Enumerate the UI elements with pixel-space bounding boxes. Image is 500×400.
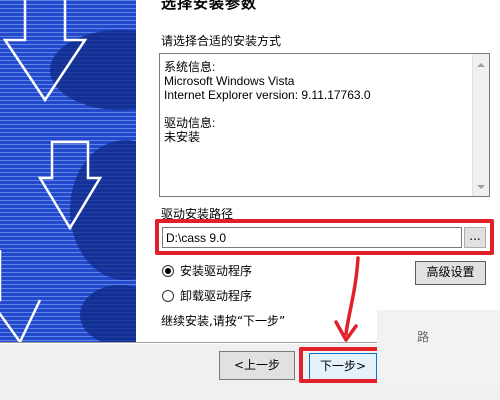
path-highlight-box [155, 219, 494, 255]
option-label: 安装驱动程序 [180, 264, 253, 278]
option-install-driver[interactable]: 安装驱动程序 [162, 262, 252, 279]
install-method-prompt: 请选择合适的安装方式 [161, 34, 282, 48]
annotation-arrow-icon [334, 256, 360, 342]
uninstall-radio[interactable] [162, 289, 174, 302]
continue-hint: 继续安装,请按“下一步” [161, 314, 286, 328]
page-title: 选择安装参数 [161, 0, 258, 12]
install-radio[interactable] [162, 264, 174, 277]
advanced-settings-button[interactable]: 高级设置 [415, 261, 486, 285]
info-scrollbar[interactable] [472, 54, 489, 196]
system-info-box[interactable]: 系统信息: Microsoft Windows Vista Internet E… [159, 53, 490, 197]
option-label: 卸载驱动程序 [180, 289, 253, 303]
wizard-banner [0, 0, 136, 342]
system-info-text: 系统信息: Microsoft Windows Vista Internet E… [164, 60, 371, 144]
scroll-down-icon[interactable] [473, 178, 489, 195]
banner-graphic [0, 0, 136, 342]
watermark-text: 路 [417, 330, 431, 344]
option-uninstall-driver[interactable]: 卸载驱动程序 [162, 287, 252, 304]
scroll-up-icon[interactable] [473, 56, 489, 73]
watermark-area [377, 310, 500, 386]
previous-button[interactable]: <上一步 [219, 351, 295, 380]
next-highlight-box [299, 347, 389, 383]
